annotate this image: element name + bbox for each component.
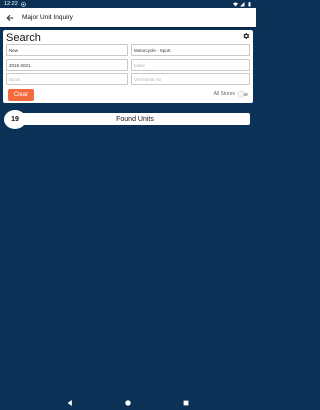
all-stores-toggle[interactable] [238, 91, 248, 97]
condition-field[interactable]: New [6, 44, 128, 56]
toggle-thumb [238, 91, 244, 97]
nav-recents-button[interactable] [182, 399, 190, 407]
arrow-back-icon [6, 14, 14, 21]
signal-icon [240, 1, 245, 6]
year-range-field[interactable]: 2015-2021 [6, 59, 128, 71]
found-count-badge: 19 [4, 110, 26, 129]
all-stores-label: All Stores [213, 91, 235, 97]
make-field[interactable]: Make [131, 59, 250, 71]
status-bar: 12:22 [0, 0, 256, 8]
back-button[interactable] [5, 13, 15, 23]
notification-icon [20, 1, 26, 7]
system-nav-bar [0, 395, 256, 410]
recents-square-icon [183, 400, 189, 405]
clear-button[interactable]: Clear [8, 89, 34, 101]
wifi-icon [233, 2, 238, 6]
search-title: Search [6, 32, 41, 44]
app-bar: Major Unit Inquiry [0, 8, 256, 27]
home-circle-icon [125, 399, 131, 406]
found-units-bar: Found Units [20, 113, 250, 125]
stock-field[interactable]: Stock [6, 73, 128, 85]
back-triangle-icon [67, 399, 72, 406]
status-time: 12:22 [4, 1, 18, 7]
vin-serial-field[interactable]: VIN/Serial No [131, 73, 250, 85]
nav-home-button[interactable] [124, 399, 132, 407]
page-title: Major Unit Inquiry [22, 14, 73, 21]
nav-back-button[interactable] [66, 399, 74, 407]
all-stores-row: All Stores [214, 91, 248, 97]
gear-icon[interactable] [242, 32, 250, 40]
search-panel: Search New Motorcycle - Sport 2015-2021 … [3, 30, 253, 103]
battery-icon [248, 1, 251, 6]
unit-type-field[interactable]: Motorcycle - Sport [131, 44, 250, 56]
